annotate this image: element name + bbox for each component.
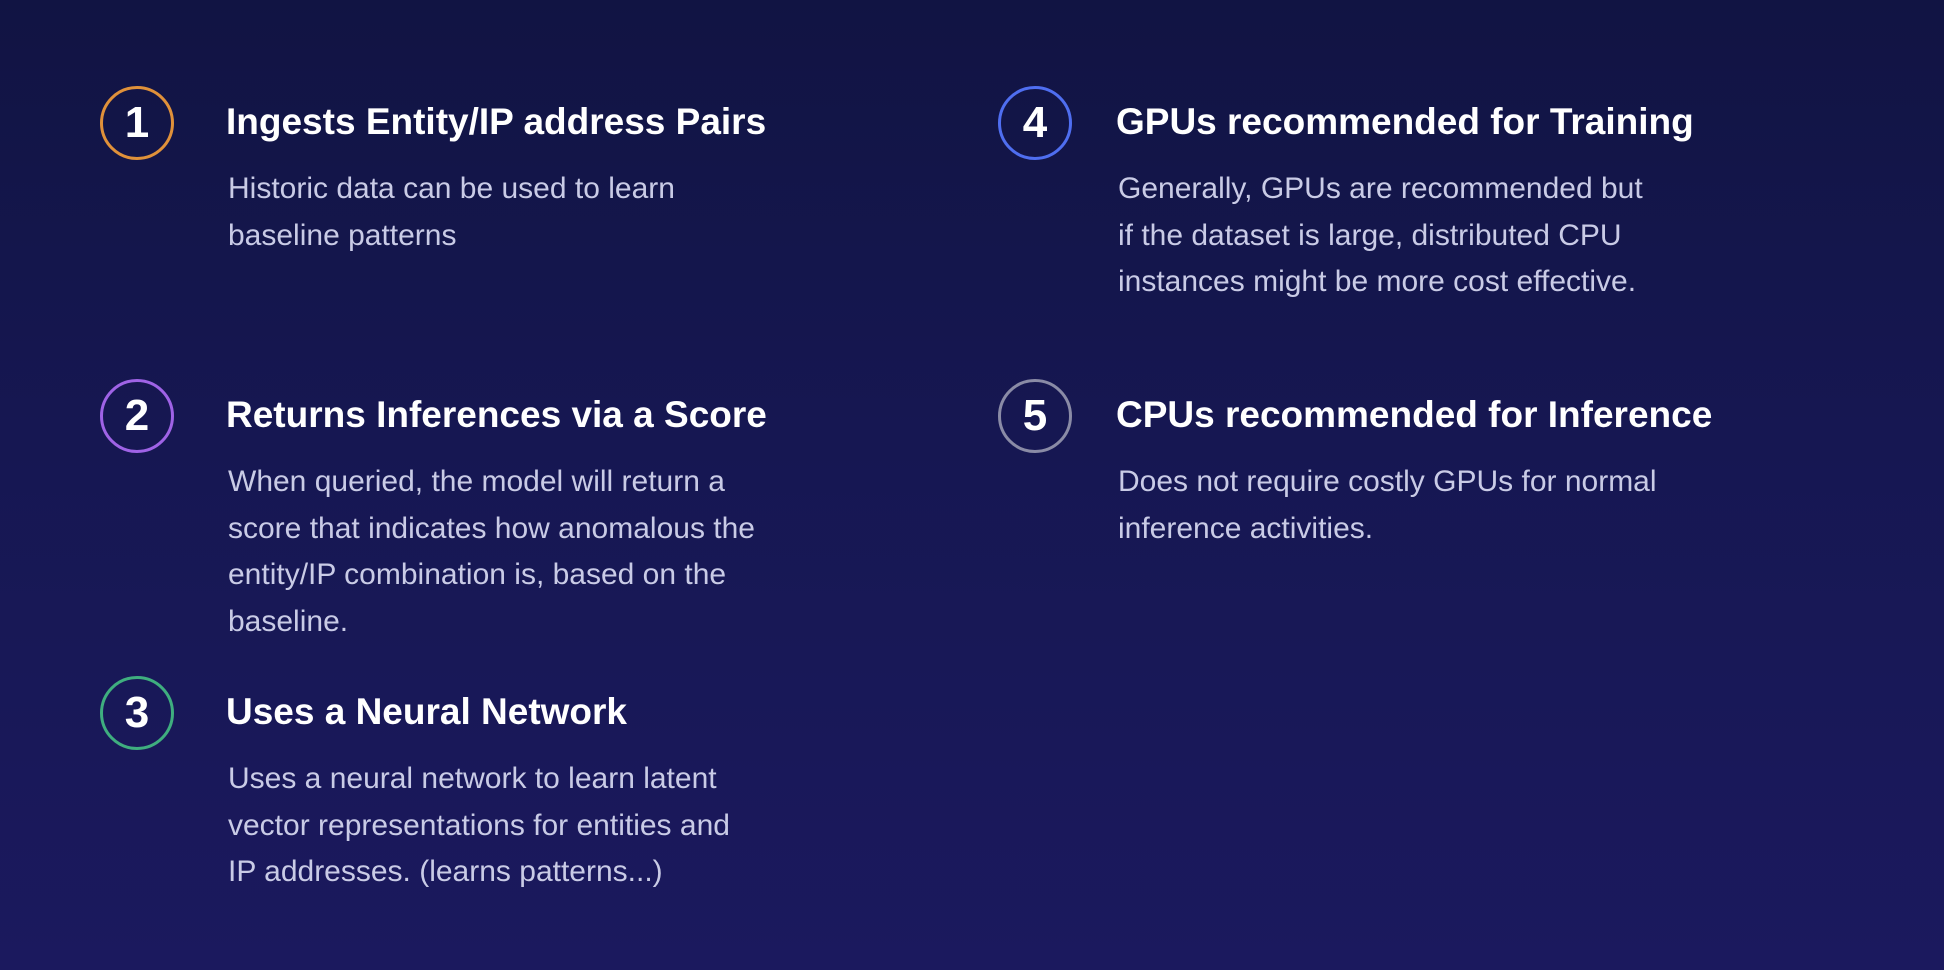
- number-badge-2: 2: [100, 379, 174, 453]
- point-title-1: Ingests Entity/IP address Pairs: [226, 101, 767, 142]
- description-line: IP addresses. (learns patterns...): [228, 855, 663, 888]
- description-line: Generally, GPUs are recommended but: [1118, 172, 1643, 205]
- point-title-2: Returns Inferences via a Score: [226, 394, 767, 435]
- description-line: vector representations for entities and: [228, 808, 730, 842]
- description-line: Does not require costly GPUs for normal: [1118, 465, 1657, 498]
- description-line: inference activities.: [1118, 511, 1374, 545]
- point-description-2: When queried, the model will return a sc…: [228, 459, 755, 645]
- point-title-5: CPUs recommended for Inference: [1116, 394, 1713, 435]
- description-line: entity/IP combination is, based on the: [228, 558, 727, 591]
- description-line: if the dataset is large, distributed CPU: [1118, 218, 1622, 252]
- description-line: score that indicates how anomalous the: [228, 511, 755, 545]
- number-badge-1: 1: [100, 86, 174, 160]
- description-line: When queried, the model will return a: [228, 465, 725, 498]
- point-title-4: GPUs recommended for Training: [1116, 101, 1694, 142]
- point-description-3: Uses a neural network to learn latent ve…: [228, 756, 730, 896]
- description-line: baseline patterns: [228, 218, 457, 252]
- number-badge-4: 4: [998, 86, 1072, 160]
- description-line: baseline.: [228, 604, 349, 638]
- number-badge-3: 3: [100, 676, 174, 750]
- point-description-5: Does not require costly GPUs for normal …: [1118, 459, 1657, 552]
- point-title-3: Uses a Neural Network: [226, 691, 628, 732]
- point-description-4: Generally, GPUs are recommended but if t…: [1118, 166, 1643, 306]
- number-badge-5: 5: [998, 379, 1072, 453]
- description-line: Uses a neural network to learn latent: [228, 762, 717, 795]
- point-description-1: Historic data can be used to learn basel…: [228, 166, 675, 259]
- description-line: instances might be more cost effective.: [1118, 265, 1637, 298]
- description-line: Historic data can be used to learn: [228, 172, 675, 205]
